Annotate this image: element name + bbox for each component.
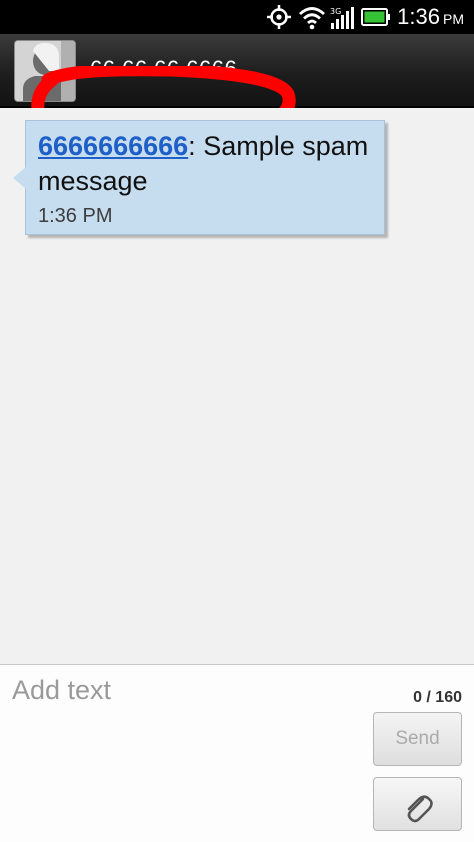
message-bubble[interactable]: 6666666666: Sample spam message 1:36 PM [13, 120, 385, 235]
contact-silhouette-icon [15, 41, 75, 101]
gps-icon [267, 5, 291, 29]
status-time: 1:36 PM [397, 4, 464, 30]
battery-icon [361, 8, 390, 26]
message-input[interactable] [8, 671, 363, 831]
messaging-screen: 3G 1:36 PM 66 66 66 6666 6666666666: Sam… [0, 0, 474, 842]
character-counter: 0 / 160 [413, 689, 462, 706]
signal-icon: 3G [330, 7, 354, 29]
contact-number[interactable]: 66 66 66 6666 [90, 56, 237, 82]
bubble-tail [13, 167, 26, 189]
send-button[interactable]: Send [373, 712, 462, 766]
sender-separator: : [188, 131, 196, 161]
paperclip-icon [407, 794, 433, 822]
status-time-value: 1:36 [397, 4, 440, 29]
sender-number-link[interactable]: 6666666666 [38, 131, 188, 161]
message-thread[interactable]: 6666666666: Sample spam message 1:36 PM [0, 108, 474, 664]
contact-photo[interactable] [14, 40, 76, 102]
svg-text:3G: 3G [330, 7, 341, 16]
status-bar: 3G 1:36 PM [0, 0, 474, 34]
status-time-ampm: PM [443, 11, 464, 27]
compose-area: 0 / 160 Send [0, 664, 474, 842]
attach-button[interactable] [373, 777, 462, 831]
message-timestamp: 1:36 PM [38, 205, 113, 227]
wifi-icon [299, 7, 325, 30]
conversation-header: 66 66 66 6666 [0, 34, 474, 144]
message-body: 6666666666: Sample spam message [38, 129, 372, 199]
